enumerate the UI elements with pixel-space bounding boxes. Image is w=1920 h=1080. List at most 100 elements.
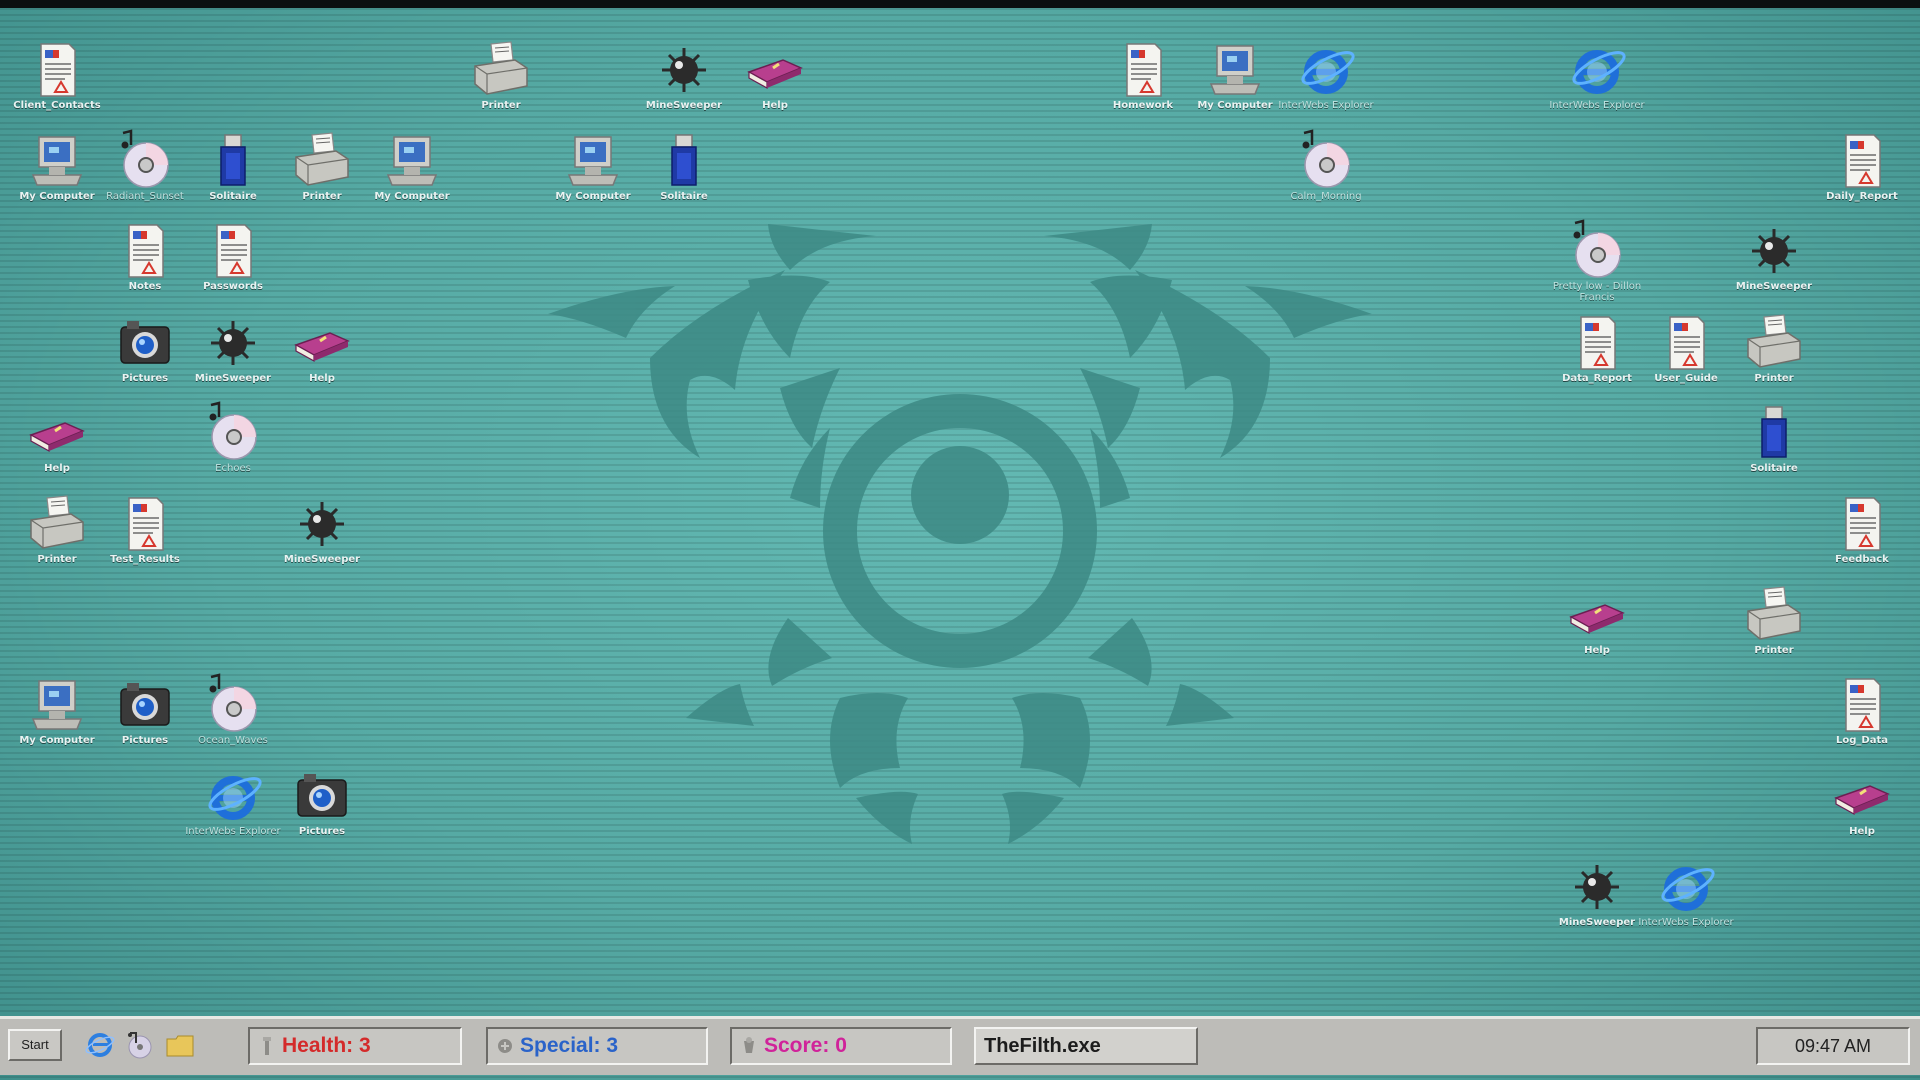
active-window-button[interactable]: TheFilth.exe <box>974 1027 1198 1065</box>
desktop-icon-label: User_Guide <box>1654 373 1718 384</box>
desktop-icon-echoes[interactable]: Echoes <box>185 401 281 497</box>
desktop-icon-minesweeper[interactable]: MineSweeper <box>274 492 370 588</box>
book-icon <box>290 311 354 375</box>
usb-icon <box>201 129 265 193</box>
cd-icon <box>201 673 265 737</box>
desktop-icon-interwebs-explorer[interactable]: InterWebs Explorer <box>1638 855 1734 951</box>
doc-icon <box>1111 38 1175 102</box>
desktop-icon-feedback[interactable]: Feedback <box>1814 492 1910 588</box>
desktop-icon-pictures[interactable]: Pictures <box>97 673 193 769</box>
desktop-icon-user-guide[interactable]: User_Guide <box>1638 311 1734 407</box>
usb-icon <box>1742 401 1806 465</box>
desktop-icon-log-data[interactable]: Log_Data <box>1814 673 1910 769</box>
ie-icon <box>1654 855 1718 919</box>
desktop-icon-my-computer[interactable]: My Computer <box>364 129 460 225</box>
ie-quicklaunch-icon[interactable] <box>84 1029 116 1061</box>
camera-icon <box>113 311 177 375</box>
special-panel: Special: 3 <box>486 1027 708 1065</box>
desktop-icon-homework[interactable]: Homework <box>1095 38 1191 134</box>
desktop-icon-label: Solitaire <box>660 191 708 202</box>
desktop-icon-label: Test_Results <box>110 554 180 565</box>
desktop-icon-printer[interactable]: Printer <box>453 38 549 134</box>
health-icon <box>263 1037 271 1056</box>
desktop-icon-printer[interactable]: Printer <box>1726 583 1822 679</box>
desktop-icon-label: Printer <box>37 554 77 565</box>
desktop-icon-solitaire[interactable]: Solitaire <box>185 129 281 225</box>
cd-icon <box>1565 219 1629 283</box>
desktop-icon-interwebs-explorer[interactable]: InterWebs Explorer <box>185 764 281 860</box>
desktop-icon-my-computer[interactable]: My Computer <box>1187 38 1283 134</box>
active-window-label: TheFilth.exe <box>984 1035 1101 1057</box>
start-button[interactable]: Start <box>8 1029 62 1061</box>
desktop-icon-label: MineSweeper <box>1558 917 1636 928</box>
desktop-icon-calm-morning[interactable]: Calm_Morning <box>1278 129 1374 225</box>
desktop-icon-label: Help <box>762 100 788 111</box>
desktop-icon-passwords[interactable]: Passwords <box>185 219 281 315</box>
desktop-icon-help[interactable]: Help <box>727 38 823 134</box>
doc-icon <box>1565 311 1629 375</box>
desktop-icon-label: My Computer <box>555 191 631 202</box>
desktop-icon-label: Help <box>1849 826 1875 837</box>
ie-icon <box>201 764 265 828</box>
desktop-icon-data-report[interactable]: Data_Report <box>1549 311 1645 407</box>
desktop-icon-label: Printer <box>1754 645 1794 656</box>
ie-icon <box>1294 38 1358 102</box>
health-panel: Health: 3 <box>248 1027 462 1065</box>
desktop-icon-label: MineSweeper <box>1735 281 1813 292</box>
desktop-icon-notes[interactable]: Notes <box>97 219 193 315</box>
desktop-icon-label: InterWebs Explorer <box>1638 917 1734 928</box>
desktop-icon-label: Passwords <box>203 281 263 292</box>
desktop-icon-printer[interactable]: Printer <box>274 129 370 225</box>
desktop-icon-printer[interactable]: Printer <box>9 492 105 588</box>
special-icon <box>498 1039 512 1054</box>
desktop-icon-label: Printer <box>481 100 521 111</box>
desktop-icon-daily-report[interactable]: Daily_Report <box>1814 129 1910 225</box>
doc-icon <box>201 219 265 283</box>
doc-icon <box>1830 492 1894 556</box>
desktop-icon-pictures[interactable]: Pictures <box>97 311 193 407</box>
desktop-icon-label: Notes <box>128 281 162 292</box>
desktop-icon-label: My Computer <box>19 735 95 746</box>
desktop-icon-my-computer[interactable]: My Computer <box>545 129 641 225</box>
book-icon <box>25 401 89 465</box>
doc-icon <box>1830 673 1894 737</box>
desktop-icon-label: Solitaire <box>1750 463 1798 474</box>
desktop-icon-label: Client_Contacts <box>13 100 101 111</box>
computer-icon <box>561 129 625 193</box>
desktop-icon-radiant-sunset[interactable]: Radiant_Sunset <box>97 129 193 225</box>
cd-icon <box>113 129 177 193</box>
desktop-icon-label: Ocean_Waves <box>198 735 268 746</box>
desktop-icon-minesweeper[interactable]: MineSweeper <box>1726 219 1822 315</box>
desktop-icon-label: InterWebs Explorer <box>1278 100 1374 111</box>
desktop-icon-label: Homework <box>1112 100 1174 111</box>
desktop-icon-label: MineSweeper <box>194 373 272 384</box>
desktop-icon-label: Log_Data <box>1836 735 1888 746</box>
desktop-icon-minesweeper[interactable]: MineSweeper <box>636 38 732 134</box>
desktop-icon-help[interactable]: Help <box>9 401 105 497</box>
desktop-icon-label: Radiant_Sunset <box>106 191 184 202</box>
desktop-icon-help[interactable]: Help <box>1814 764 1910 860</box>
desktop-icon-minesweeper[interactable]: MineSweeper <box>1549 855 1645 951</box>
camera-icon <box>113 673 177 737</box>
desktop-icon-interwebs-explorer[interactable]: InterWebs Explorer <box>1549 38 1645 134</box>
desktop-icon-label: Calm_Morning <box>1290 191 1362 202</box>
folder-quicklaunch-icon[interactable] <box>164 1029 196 1061</box>
printer-icon <box>469 38 533 102</box>
desktop-icon-help[interactable]: Help <box>274 311 370 407</box>
desktop-icon-printer[interactable]: Printer <box>1726 311 1822 407</box>
desktop-icon-pictures[interactable]: Pictures <box>274 764 370 860</box>
desktop-icon-test-results[interactable]: Test_Results <box>97 492 193 588</box>
desktop-icon-interwebs-explorer[interactable]: InterWebs Explorer <box>1278 38 1374 134</box>
cd-icon <box>1294 129 1358 193</box>
desktop-icon-minesweeper[interactable]: MineSweeper <box>185 311 281 407</box>
desktop-icon-ocean-waves[interactable]: Ocean_Waves <box>185 673 281 769</box>
desktop-icon-pretty-low-dillon-francis[interactable]: Pretty low - Dillon Francis <box>1549 219 1645 315</box>
desktop-icon-solitaire[interactable]: Solitaire <box>1726 401 1822 497</box>
desktop-icon-solitaire[interactable]: Solitaire <box>636 129 732 225</box>
desktop-icon-my-computer[interactable]: My Computer <box>9 673 105 769</box>
desktop-icon-client-contacts[interactable]: Client_Contacts <box>9 38 105 134</box>
desktop-icon-my-computer[interactable]: My Computer <box>9 129 105 225</box>
desktop-icon-help[interactable]: Help <box>1549 583 1645 679</box>
desktop-icon-label: InterWebs Explorer <box>1549 100 1645 111</box>
media-quicklaunch-icon[interactable] <box>124 1029 156 1061</box>
